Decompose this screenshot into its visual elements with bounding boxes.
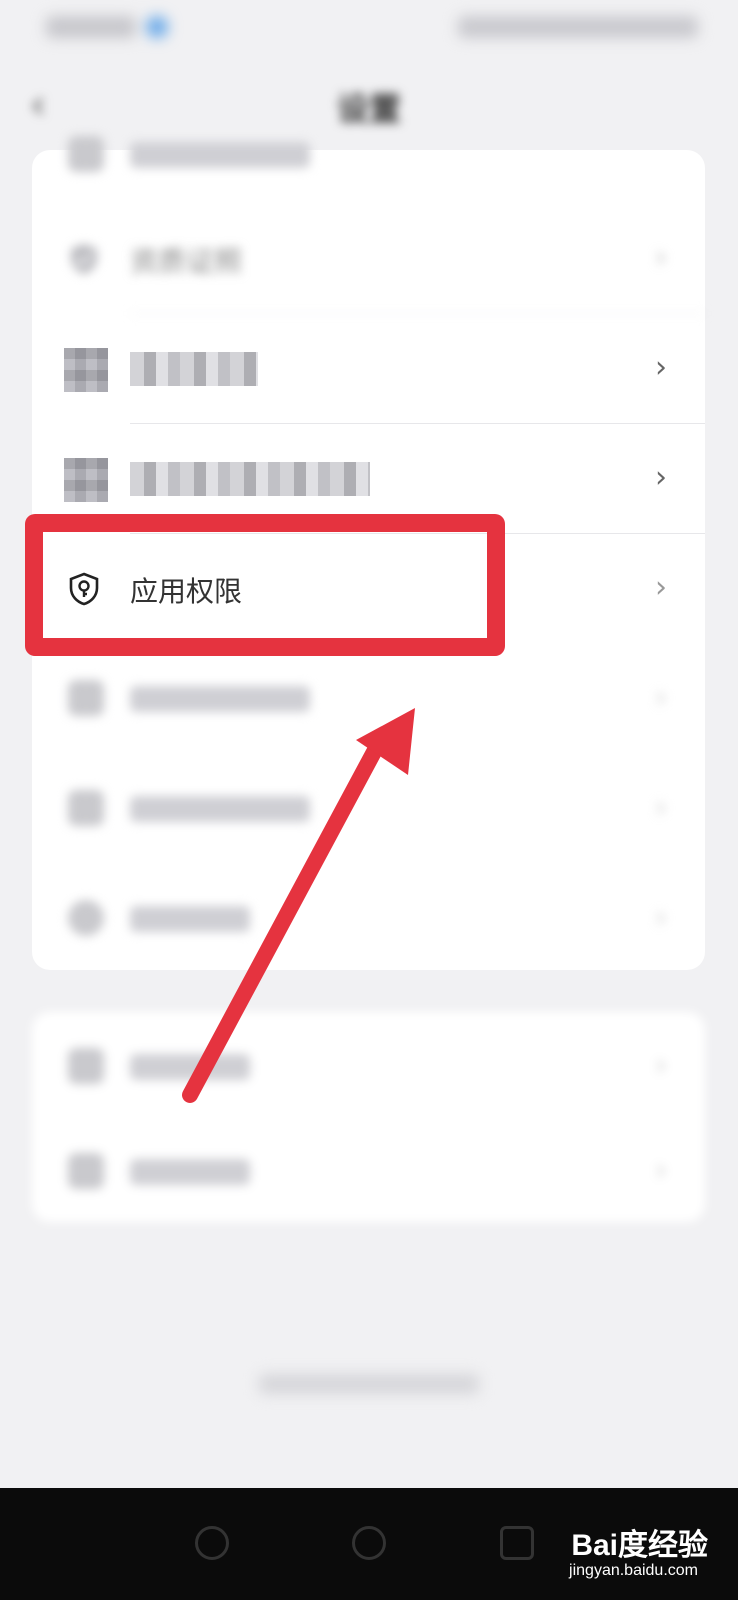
nav-recents-button[interactable] [500,1526,534,1560]
nav-back-button[interactable] [195,1526,229,1560]
annotation-arrow [182,708,415,1103]
baidu-watermark-url: jingyan.baidu.com [569,1562,698,1579]
arrow-shaft [182,742,383,1103]
blurred-footer-line [259,1374,479,1394]
footer-note [0,1374,738,1400]
nav-home-button[interactable] [352,1526,386,1560]
baidu-watermark: Bai度经验 [571,1529,708,1562]
